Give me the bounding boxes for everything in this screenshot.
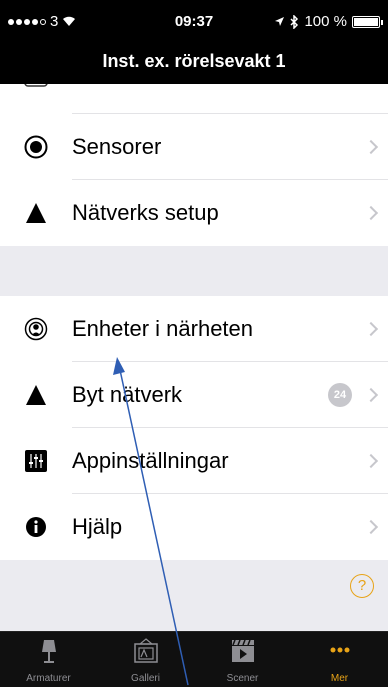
chevron-right-icon xyxy=(363,139,379,155)
chevron-right-icon xyxy=(363,453,379,469)
list-item-hjalp[interactable]: Hjälp xyxy=(0,494,388,560)
tab-armaturer[interactable]: Armaturer xyxy=(0,632,97,687)
battery-percent: 100 % xyxy=(304,13,347,30)
tab-mer[interactable]: Mer xyxy=(291,632,388,687)
chevron-right-icon xyxy=(363,387,379,403)
list-item-byt-natverk[interactable]: Byt nätverk 24 xyxy=(0,362,388,428)
footer-band: ? xyxy=(0,560,388,631)
tab-galleri-label: Galleri xyxy=(131,673,160,684)
tab-mer-label: Mer xyxy=(330,673,349,684)
settings-list: Sensorer Nätverks setup Enheter i närhet… xyxy=(0,84,388,631)
network-icon xyxy=(24,201,48,225)
list-item-partial[interactable] xyxy=(0,84,388,114)
location-arrow-icon xyxy=(275,17,285,26)
info-icon xyxy=(24,515,48,539)
sensorer-label: Sensorer xyxy=(72,134,162,159)
tab-scener[interactable]: Scener xyxy=(194,632,291,687)
count-badge: 24 xyxy=(328,383,352,407)
status-right: 100 % xyxy=(274,13,383,30)
list-item-natverks-setup[interactable]: Nätverks setup xyxy=(0,180,388,246)
help-button[interactable]: ? xyxy=(350,574,374,598)
section-divider xyxy=(0,246,388,296)
appinstallningar-label: Appinställningar xyxy=(72,448,229,473)
chevron-right-icon xyxy=(363,321,379,337)
chevron-right-icon xyxy=(363,519,379,535)
tab-scener-label: Scener xyxy=(226,673,259,684)
network-icon xyxy=(24,383,48,407)
gallery-icon xyxy=(133,638,158,663)
nearby-devices-icon xyxy=(24,317,48,341)
lamp-icon xyxy=(41,640,56,663)
tab-bar: Armaturer Galleri Scener Mer xyxy=(0,631,388,687)
list-item-enheter[interactable]: Enheter i närheten xyxy=(0,296,388,362)
list-item-appinstallningar[interactable]: Appinställningar xyxy=(0,428,388,494)
tab-galleri[interactable]: Galleri xyxy=(97,632,194,687)
byt-natverk-label: Byt nätverk xyxy=(72,382,183,407)
chevron-right-icon xyxy=(363,205,379,221)
tab-armaturer-label: Armaturer xyxy=(26,673,71,684)
list-item-sensorer[interactable]: Sensorer xyxy=(0,114,388,180)
sensor-icon xyxy=(24,135,48,159)
battery-icon xyxy=(352,15,383,28)
hjalp-label: Hjälp xyxy=(72,514,123,539)
clapperboard-icon xyxy=(231,639,254,662)
natverks-setup-label: Nätverks setup xyxy=(72,200,219,225)
enheter-label: Enheter i närheten xyxy=(72,316,254,341)
more-dots-icon xyxy=(330,647,349,653)
status-bar: 3 09:37 100 % xyxy=(0,0,388,42)
device-icon xyxy=(24,84,48,93)
bluetooth-icon xyxy=(290,14,299,29)
sliders-icon xyxy=(24,449,48,473)
page-title: Inst. ex. rörelsevakt 1 xyxy=(0,42,388,84)
